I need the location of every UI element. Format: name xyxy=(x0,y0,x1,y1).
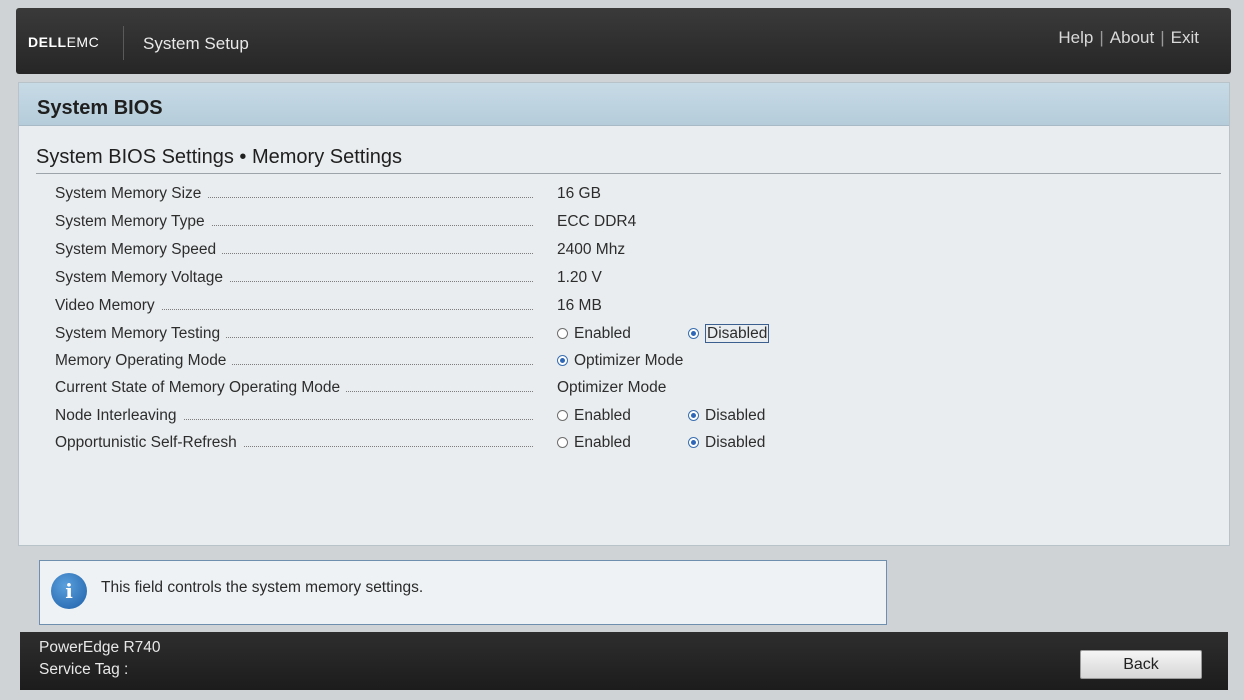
breadcrumb: System BIOS Settings • Memory Settings xyxy=(36,146,403,168)
setting-row-current-state: Current State of Memory Operating Mode O… xyxy=(55,379,955,407)
dell-emc-logo: DELLEMC xyxy=(28,34,100,50)
setting-row-memory-size: System Memory Size 16 GB xyxy=(55,185,955,213)
node-interleaving-disabled-radio[interactable]: Disabled xyxy=(688,407,765,425)
setting-row-node-interleaving: Node Interleaving Enabled Disabled xyxy=(55,407,955,434)
section-divider xyxy=(36,173,1221,174)
back-button[interactable]: Back xyxy=(1080,650,1202,679)
exit-link[interactable]: Exit xyxy=(1171,28,1199,47)
app-title: System Setup xyxy=(143,34,249,53)
panel-title: System BIOS xyxy=(37,97,163,119)
radio-unselected-icon xyxy=(557,410,568,421)
self-refresh-disabled-radio[interactable]: Disabled xyxy=(688,434,765,452)
setting-label: Memory Operating Mode xyxy=(55,352,233,369)
header-links: Help | About | Exit xyxy=(1058,28,1199,48)
setting-row-memory-speed: System Memory Speed 2400 Mhz xyxy=(55,241,955,269)
setting-label: Video Memory xyxy=(55,297,161,314)
radio-selected-icon xyxy=(688,437,699,448)
radio-selected-icon xyxy=(688,410,699,421)
setting-label: System Memory Testing xyxy=(55,325,227,342)
help-message-box: i This field controls the system memory … xyxy=(39,560,887,625)
setting-row-memory-testing: System Memory Testing Enabled Disabled xyxy=(55,324,955,352)
settings-list: System Memory Size 16 GB System Memory T… xyxy=(55,185,955,462)
setting-value: 16 MB xyxy=(557,297,602,314)
setting-value: 2400 Mhz xyxy=(557,241,626,258)
help-link[interactable]: Help xyxy=(1058,28,1093,47)
setting-row-self-refresh: Opportunistic Self-Refresh Enabled Disab… xyxy=(55,434,955,462)
radio-unselected-icon xyxy=(557,437,568,448)
self-refresh-enabled-radio[interactable]: Enabled xyxy=(557,434,631,452)
setting-label: Current State of Memory Operating Mode xyxy=(55,379,347,396)
setting-row-operating-mode: Memory Operating Mode Optimizer Mode xyxy=(55,352,955,379)
info-icon: i xyxy=(51,573,87,609)
setting-label: System Memory Size xyxy=(55,185,208,202)
radio-selected-icon xyxy=(688,328,699,339)
setting-value: ECC DDR4 xyxy=(557,213,637,230)
link-separator: | xyxy=(1099,28,1104,47)
system-model: PowerEdge R740 xyxy=(39,639,161,656)
setting-value: 1.20 V xyxy=(557,269,602,286)
header-divider xyxy=(123,26,124,60)
setting-label: Opportunistic Self-Refresh xyxy=(55,434,243,451)
panel-header: System BIOS xyxy=(19,83,1229,126)
setting-label: System Memory Type xyxy=(55,213,211,230)
setting-label: Node Interleaving xyxy=(55,407,183,424)
help-text: This field controls the system memory se… xyxy=(101,579,424,596)
optimizer-mode-radio[interactable]: Optimizer Mode xyxy=(557,352,683,370)
node-interleaving-enabled-radio[interactable]: Enabled xyxy=(557,407,631,425)
service-tag-label: Service Tag : xyxy=(39,661,129,678)
setting-row-memory-type: System Memory Type ECC DDR4 xyxy=(55,213,955,241)
memory-testing-disabled-radio[interactable]: Disabled xyxy=(688,324,770,343)
setting-value: Optimizer Mode xyxy=(557,379,667,396)
link-separator: | xyxy=(1160,28,1165,47)
radio-selected-icon xyxy=(557,355,568,366)
setting-value: 16 GB xyxy=(557,185,601,202)
setting-label: System Memory Voltage xyxy=(55,269,229,286)
memory-testing-enabled-radio[interactable]: Enabled xyxy=(557,325,631,343)
setting-row-video-memory: Video Memory 16 MB xyxy=(55,297,955,325)
about-link[interactable]: About xyxy=(1110,28,1154,47)
setting-row-memory-voltage: System Memory Voltage 1.20 V xyxy=(55,269,955,297)
radio-unselected-icon xyxy=(557,328,568,339)
settings-panel: System BIOS System BIOS Settings • Memor… xyxy=(18,82,1230,546)
top-header-bar: DELLEMC System Setup Help | About | Exit xyxy=(16,8,1231,74)
footer-bar: PowerEdge R740 Service Tag : Back xyxy=(20,632,1228,690)
setting-label: System Memory Speed xyxy=(55,241,223,258)
